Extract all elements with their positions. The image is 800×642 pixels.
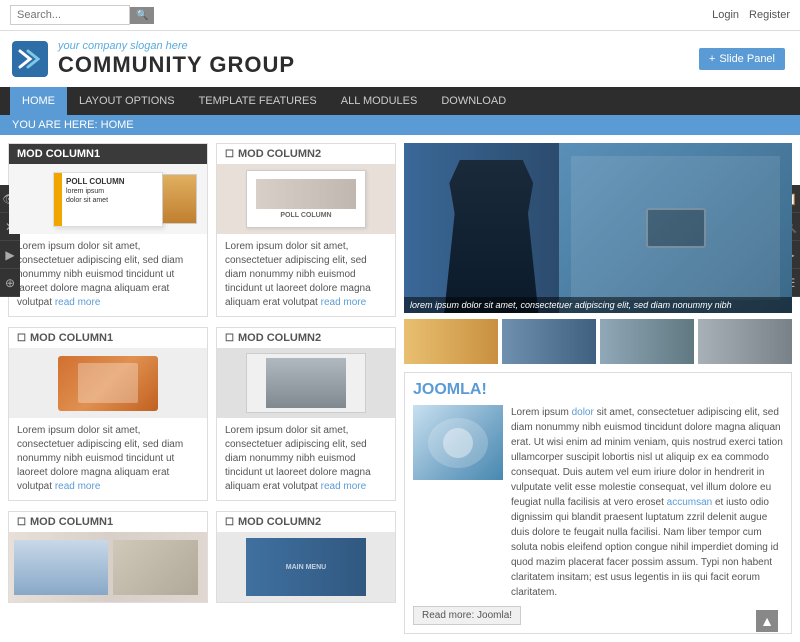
mod-col1-2-image — [9, 348, 207, 418]
joomla-text: Lorem ipsum dolor sit amet, consectetuer… — [511, 405, 783, 600]
mod-col2-1-readmore[interactable]: read more — [321, 297, 367, 308]
mod-col1-3: MOD COLUMN1 — [8, 511, 208, 603]
main-nav: HOME LAYOUT OPTIONS TEMPLATE FEATURES AL… — [0, 87, 800, 115]
mod-col1-2-readmore[interactable]: read more — [55, 481, 101, 492]
top-bar: 🔍 Login Register — [0, 0, 800, 31]
mod-col1-1: MOD COLUMN1 POLL COLUMN lorem ipsum dolo… — [8, 143, 208, 317]
nav-layout[interactable]: LAYOUT OPTIONS — [67, 87, 187, 115]
mod-col2-2: MOD COLUMN2 Lorem ipsum dolor sit amet, … — [216, 327, 396, 501]
nav-home[interactable]: HOME — [10, 87, 67, 115]
hero-caption: lorem ipsum dolor sit amet, consectetuer… — [404, 297, 792, 313]
mod-col1-1-text: Lorem ipsum dolor sit amet, consectetuer… — [9, 234, 207, 316]
mod-col2-1-text: Lorem ipsum dolor sit amet, consectetuer… — [217, 234, 395, 316]
mod-col1-1-header: MOD COLUMN1 — [9, 144, 207, 164]
mod-col2-3-header: MOD COLUMN2 — [217, 512, 395, 532]
mod-col2-1-image: POLL COLUMN — [217, 164, 395, 234]
column-2: MOD COLUMN2 POLL COLUMN Lorem ipsum dolo… — [216, 143, 396, 634]
dolor-link[interactable]: dolor — [572, 407, 594, 418]
site-header: your company slogan here COMMUNITY GROUP… — [0, 31, 800, 87]
mod-col2-3-image: MAIN MENU — [217, 532, 395, 602]
joomla-content: Lorem ipsum dolor sit amet, consectetuer… — [413, 405, 783, 600]
mod-col1-3-header: MOD COLUMN1 — [9, 512, 207, 532]
top-links: Login Register — [712, 9, 790, 21]
joomla-title: JOOMLA! — [413, 381, 783, 399]
mod-col1-2-text: Lorem ipsum dolor sit amet, consectetuer… — [9, 418, 207, 500]
mod-col1-3-image — [9, 532, 207, 602]
column-1: MOD COLUMN1 POLL COLUMN lorem ipsum dolo… — [8, 143, 208, 634]
side-icon-plus[interactable]: ⊕ — [0, 269, 20, 297]
logo-text: your company slogan here COMMUNITY GROUP — [58, 40, 295, 78]
search-button[interactable]: 🔍 — [130, 7, 154, 24]
mod-col2-3: MOD COLUMN2 MAIN MENU — [216, 511, 396, 603]
search-input[interactable] — [10, 5, 130, 25]
accumsan-link[interactable]: accumsan — [667, 497, 713, 508]
nav-download[interactable]: DOWNLOAD — [429, 87, 518, 115]
login-link[interactable]: Login — [712, 9, 739, 21]
thumb-2[interactable] — [502, 319, 596, 364]
slide-panel-button[interactable]: + Slide Panel — [699, 48, 785, 70]
mod-col1-2: MOD COLUMN1 Lorem ipsum dolor sit amet, … — [8, 327, 208, 501]
logo-slogan: your company slogan here — [58, 40, 295, 52]
scroll-top-button[interactable]: ▲ — [756, 610, 778, 632]
mod-col2-2-readmore[interactable]: read more — [321, 481, 367, 492]
thumb-3[interactable] — [600, 319, 694, 364]
plus-icon: + — [709, 53, 715, 65]
nav-template[interactable]: TEMPLATE FEATURES — [187, 87, 329, 115]
search-area: 🔍 — [10, 5, 154, 25]
joomla-section: JOOMLA! Lorem ipsum dolor sit amet, cons… — [404, 372, 792, 634]
mod-col1-1-image: POLL COLUMN lorem ipsum dolor sit amet — [9, 164, 207, 234]
thumbnail-row — [404, 319, 792, 364]
mod-col1-2-header: MOD COLUMN1 — [9, 328, 207, 348]
logo-brand: COMMUNITY GROUP — [58, 52, 295, 78]
joomla-image — [413, 405, 503, 480]
read-more-joomla-button[interactable]: Read more: Joomla! — [413, 606, 521, 625]
mod-col2-2-text: Lorem ipsum dolor sit amet, consectetuer… — [217, 418, 395, 500]
thumb-4[interactable] — [698, 319, 792, 364]
main-content: MOD COLUMN1 POLL COLUMN lorem ipsum dolo… — [0, 135, 800, 642]
register-link[interactable]: Register — [749, 9, 790, 21]
hero-image: lorem ipsum dolor sit amet, consectetuer… — [404, 143, 792, 313]
mod-col2-2-header: MOD COLUMN2 — [217, 328, 395, 348]
nav-modules[interactable]: ALL MODULES — [329, 87, 430, 115]
mod-col1-1-readmore[interactable]: read more — [55, 297, 101, 308]
mod-col2-1-header: MOD COLUMN2 — [217, 144, 395, 164]
side-icon-play[interactable]: ▶ — [0, 241, 20, 269]
logo-icon — [10, 39, 50, 79]
column-3: lorem ipsum dolor sit amet, consectetuer… — [404, 143, 792, 634]
mod-col2-2-image — [217, 348, 395, 418]
mod-col2-1: MOD COLUMN2 POLL COLUMN Lorem ipsum dolo… — [216, 143, 396, 317]
logo-area: your company slogan here COMMUNITY GROUP — [10, 39, 295, 79]
breadcrumb: YOU ARE HERE: HOME — [0, 115, 800, 135]
thumb-1[interactable] — [404, 319, 498, 364]
